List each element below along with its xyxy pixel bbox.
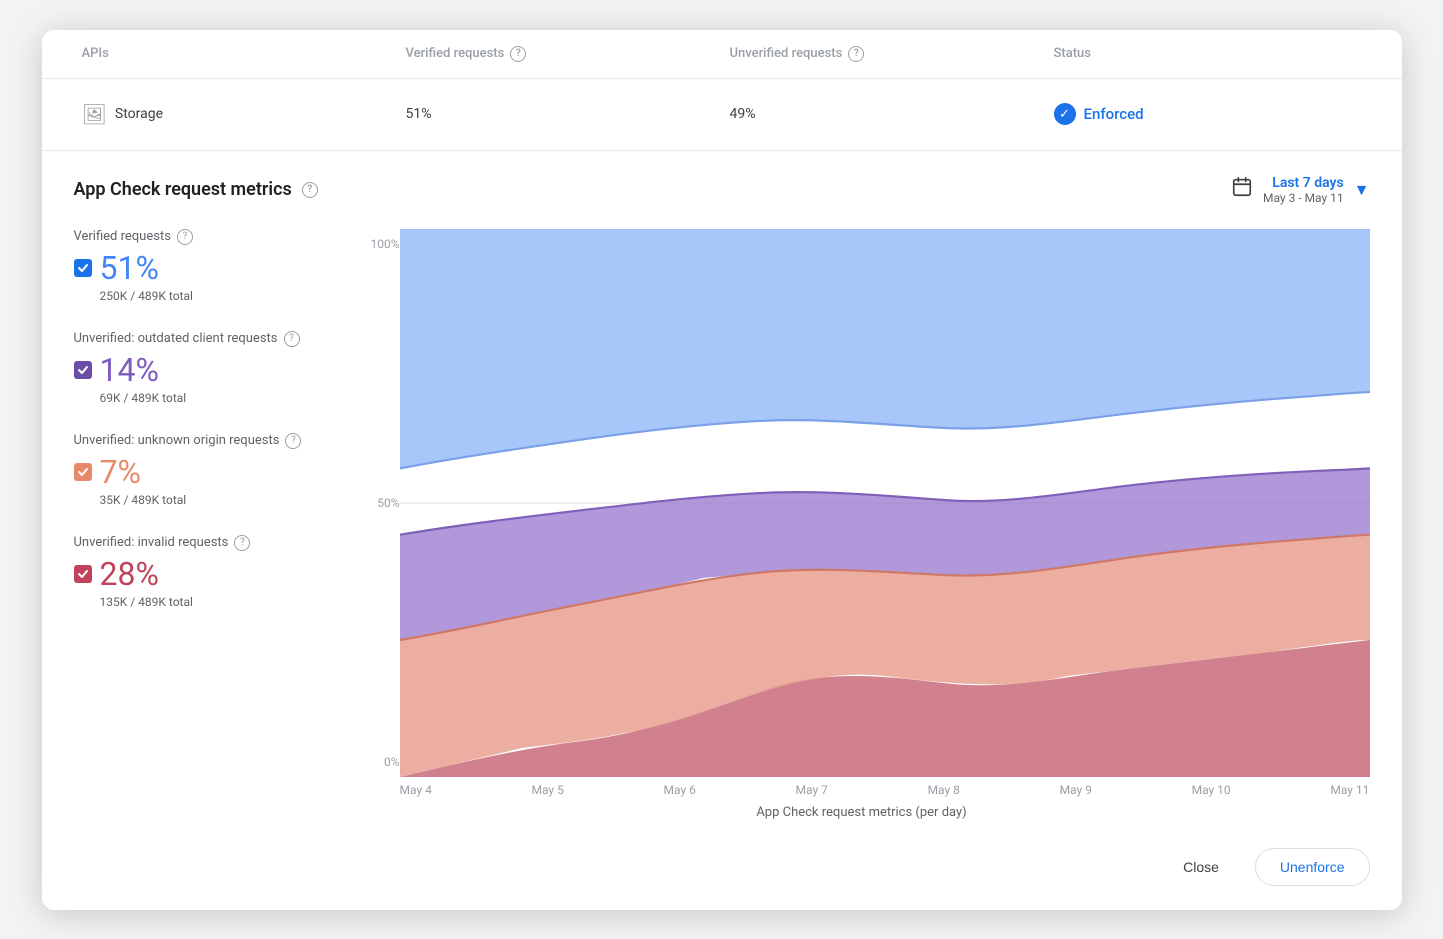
cell-unverified-pct: 49%: [722, 90, 1046, 138]
col-header-apis: APIs: [74, 30, 398, 78]
unknown-checkbox[interactable]: [74, 463, 92, 481]
verified-pct-value: 51%: [406, 106, 432, 122]
close-button[interactable]: Close: [1159, 849, 1243, 885]
verified-total: 250K / 489K total: [100, 289, 338, 303]
unknown-percent: 7%: [100, 453, 141, 491]
col-header-unverified-label: Unverified requests: [730, 46, 843, 61]
verified-percent: 51%: [100, 249, 159, 287]
unenforce-button[interactable]: Unenforce: [1255, 848, 1370, 886]
enforced-check-icon: ✓: [1054, 103, 1076, 125]
status-enforced: ✓ Enforced: [1054, 103, 1144, 125]
legend-outdated-label-row: Unverified: outdated client requests ?: [74, 331, 338, 347]
legend-unknown-value-row: 7%: [74, 453, 338, 491]
date-range-text: Last 7 days May 3 - May 11: [1263, 175, 1344, 205]
x-label-may7: May 7: [796, 783, 828, 797]
date-range-selector[interactable]: Last 7 days May 3 - May 11 ▼: [1231, 175, 1370, 205]
legend-outdated: Unverified: outdated client requests ? 1…: [74, 331, 338, 405]
y-label-50: 50%: [354, 496, 400, 510]
chart-container: 100% 50% 0%: [354, 229, 1370, 832]
cell-status: ✓ Enforced: [1046, 87, 1370, 141]
legend-invalid-label-row: Unverified: invalid requests ?: [74, 535, 338, 551]
chart-area: Verified requests ? 51% 250K / 489K tota…: [74, 229, 1370, 832]
y-axis: 100% 50% 0%: [354, 229, 400, 777]
invalid-legend-help-icon[interactable]: ?: [234, 535, 250, 551]
chart-title: App Check request metrics (per day): [354, 801, 1370, 832]
unverified-help-icon[interactable]: ?: [848, 46, 864, 62]
cell-api: 🖼 Storage: [74, 86, 398, 142]
unknown-total: 35K / 489K total: [100, 493, 338, 507]
invalid-percent: 28%: [100, 555, 159, 593]
table-row: 🖼 Storage 51% 49% ✓ Enforced: [42, 79, 1402, 151]
legend-verified-label-row: Verified requests ?: [74, 229, 338, 245]
col-header-verified: Verified requests ?: [398, 30, 722, 78]
legend-unknown: Unverified: unknown origin requests ? 7%…: [74, 433, 338, 507]
metrics-title: App Check request metrics: [74, 179, 292, 200]
invalid-checkbox[interactable]: [74, 565, 92, 583]
api-name: Storage: [115, 106, 163, 122]
legend-invalid-label: Unverified: invalid requests: [74, 535, 229, 550]
area-chart: [400, 229, 1370, 777]
legend-unknown-label: Unverified: unknown origin requests: [74, 433, 280, 448]
date-range-sub: May 3 - May 11: [1263, 191, 1344, 205]
outdated-checkbox[interactable]: [74, 361, 92, 379]
x-label-may5: May 5: [532, 783, 564, 797]
outdated-percent: 14%: [100, 351, 159, 389]
enforced-label: Enforced: [1084, 105, 1144, 123]
main-content: App Check request metrics ? Last 7 days …: [42, 151, 1402, 832]
x-label-may10: May 10: [1192, 783, 1231, 797]
legend-outdated-value-row: 14%: [74, 351, 338, 389]
verified-area: [400, 229, 1370, 468]
y-label-100: 100%: [354, 237, 400, 251]
storage-icon: 🖼: [82, 102, 107, 126]
col-header-unverified: Unverified requests ?: [722, 30, 1046, 78]
y-label-0: 0%: [354, 755, 400, 769]
invalid-total: 135K / 489K total: [100, 595, 338, 609]
x-label-may4: May 4: [400, 783, 432, 797]
x-axis: May 4 May 5 May 6 May 7 May 8 May 9 May …: [354, 777, 1370, 801]
legend-invalid-value-row: 28%: [74, 555, 338, 593]
dialog-footer: Close Unenforce: [42, 832, 1402, 910]
col-header-verified-label: Verified requests: [406, 46, 505, 61]
legend-verified: Verified requests ? 51% 250K / 489K tota…: [74, 229, 338, 303]
verified-legend-help-icon[interactable]: ?: [177, 229, 193, 245]
table-header: APIs Verified requests ? Unverified requ…: [42, 30, 1402, 79]
legend-verified-label: Verified requests: [74, 229, 171, 244]
x-label-may6: May 6: [664, 783, 696, 797]
date-range-label: Last 7 days: [1263, 175, 1344, 191]
verified-help-icon[interactable]: ?: [510, 46, 526, 62]
legend-invalid: Unverified: invalid requests ? 28% 135K …: [74, 535, 338, 609]
calendar-icon: [1231, 176, 1253, 203]
section-header: App Check request metrics ? Last 7 days …: [74, 175, 1370, 205]
col-header-apis-label: APIs: [82, 46, 109, 61]
legend-unknown-label-row: Unverified: unknown origin requests ?: [74, 433, 338, 449]
verified-checkbox[interactable]: [74, 259, 92, 277]
col-header-status: Status: [1046, 30, 1370, 78]
chart-wrapper: 100% 50% 0%: [354, 229, 1370, 777]
legend-outdated-label: Unverified: outdated client requests: [74, 331, 278, 346]
x-label-may11: May 11: [1330, 783, 1369, 797]
x-label-may8: May 8: [928, 783, 960, 797]
outdated-legend-help-icon[interactable]: ?: [284, 331, 300, 347]
outdated-total: 69K / 489K total: [100, 391, 338, 405]
metrics-help-icon[interactable]: ?: [302, 182, 318, 198]
unknown-legend-help-icon[interactable]: ?: [285, 433, 301, 449]
col-header-status-label: Status: [1054, 46, 1091, 61]
x-label-may9: May 9: [1060, 783, 1092, 797]
section-title: App Check request metrics ?: [74, 179, 318, 200]
legend-panel: Verified requests ? 51% 250K / 489K tota…: [74, 229, 354, 832]
unverified-pct-value: 49%: [730, 106, 756, 122]
legend-verified-value-row: 51%: [74, 249, 338, 287]
cell-verified-pct: 51%: [398, 90, 722, 138]
chevron-down-icon: ▼: [1354, 180, 1370, 200]
main-dialog: APIs Verified requests ? Unverified requ…: [42, 30, 1402, 910]
